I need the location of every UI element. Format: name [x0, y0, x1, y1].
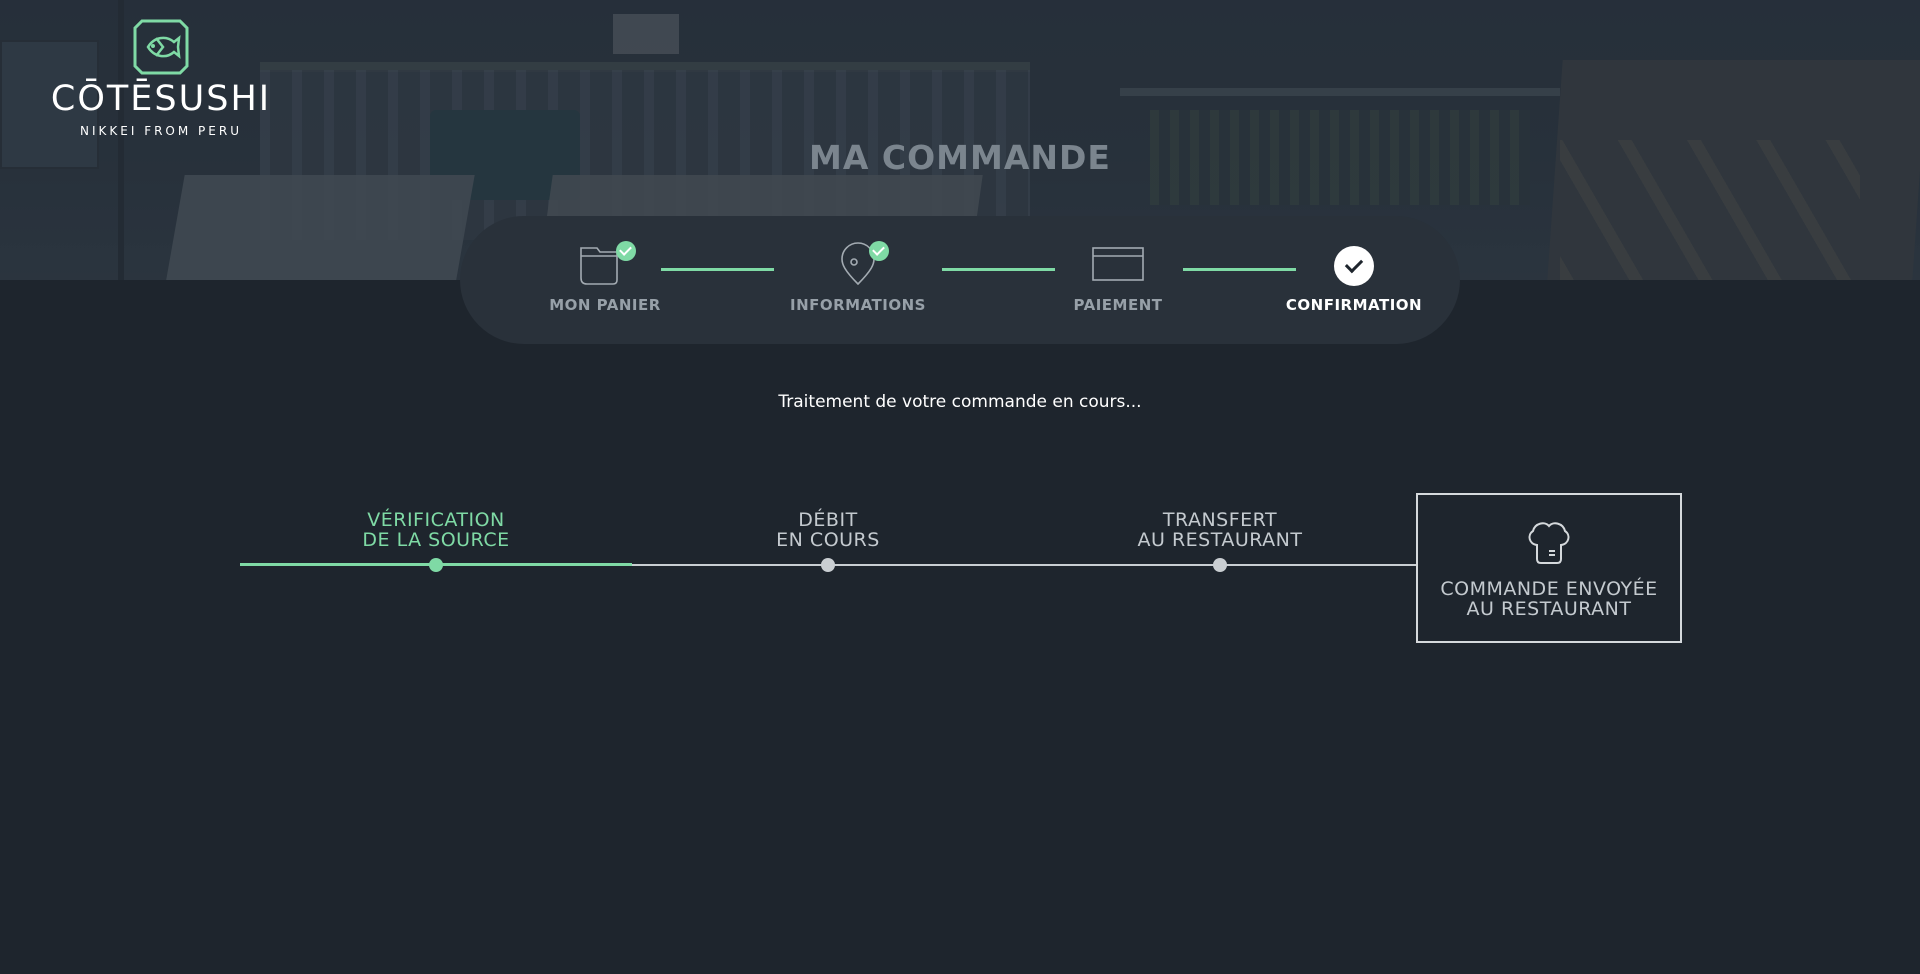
step-label: CONFIRMATION	[1285, 296, 1423, 314]
stage-label-line: AU RESTAURANT	[1137, 529, 1303, 551]
step-label: PAIEMENT	[1073, 296, 1163, 314]
check-circle-icon	[1334, 246, 1374, 286]
page-title: MA COMMANDE	[809, 138, 1111, 177]
progress-track	[632, 564, 1416, 566]
step-label: INFORMATIONS	[790, 296, 926, 314]
processing-status-text: Traitement de votre commande en cours...	[778, 392, 1142, 412]
stage-label-line: TRANSFERT	[1162, 509, 1278, 531]
stage-label-line: EN COURS	[776, 529, 880, 551]
checkout-stepper: MON PANIER INFORMATIONS PAIEMENT CONFIRM…	[460, 216, 1460, 344]
credit-card-icon	[1092, 247, 1144, 281]
stage-commande-envoyee-box: COMMANDE ENVOYÉE AU RESTAURANT	[1416, 493, 1682, 643]
step-paiement[interactable]: PAIEMENT	[1038, 216, 1198, 344]
stage-label-line: AU RESTAURANT	[1466, 598, 1632, 620]
step-label: MON PANIER	[549, 296, 661, 314]
stage-label-line: VÉRIFICATION	[367, 509, 505, 531]
stage-label-line: DE LA SOURCE	[362, 529, 510, 551]
step-informations[interactable]: INFORMATIONS	[778, 216, 938, 344]
stage-debit: DÉBIT EN COURS	[698, 510, 958, 550]
progress-dot	[1213, 558, 1227, 572]
stage-label-line: DÉBIT	[798, 509, 858, 531]
stage-label-line: COMMANDE ENVOYÉE	[1440, 578, 1658, 600]
step-complete-check-icon	[616, 241, 636, 261]
brand-logo[interactable]: CŌTĒSUSHI NIKKEI FROM PERU	[48, 18, 274, 138]
stage-verification: VÉRIFICATION DE LA SOURCE	[306, 510, 566, 550]
progress-dot	[821, 558, 835, 572]
final-stage-label: COMMANDE ENVOYÉE AU RESTAURANT	[1418, 579, 1680, 619]
stage-transfert: TRANSFERT AU RESTAURANT	[1090, 510, 1350, 550]
fish-logo-icon	[133, 19, 189, 75]
brand-tagline: NIKKEI FROM PERU	[80, 124, 242, 138]
step-complete-check-icon	[869, 241, 889, 261]
step-confirmation[interactable]: CONFIRMATION	[1274, 216, 1434, 344]
progress-dot	[429, 558, 443, 572]
step-mon-panier[interactable]: MON PANIER	[525, 216, 685, 344]
chef-hat-icon	[1528, 522, 1570, 564]
brand-wordmark: CŌTĒSUSHI	[50, 79, 272, 119]
